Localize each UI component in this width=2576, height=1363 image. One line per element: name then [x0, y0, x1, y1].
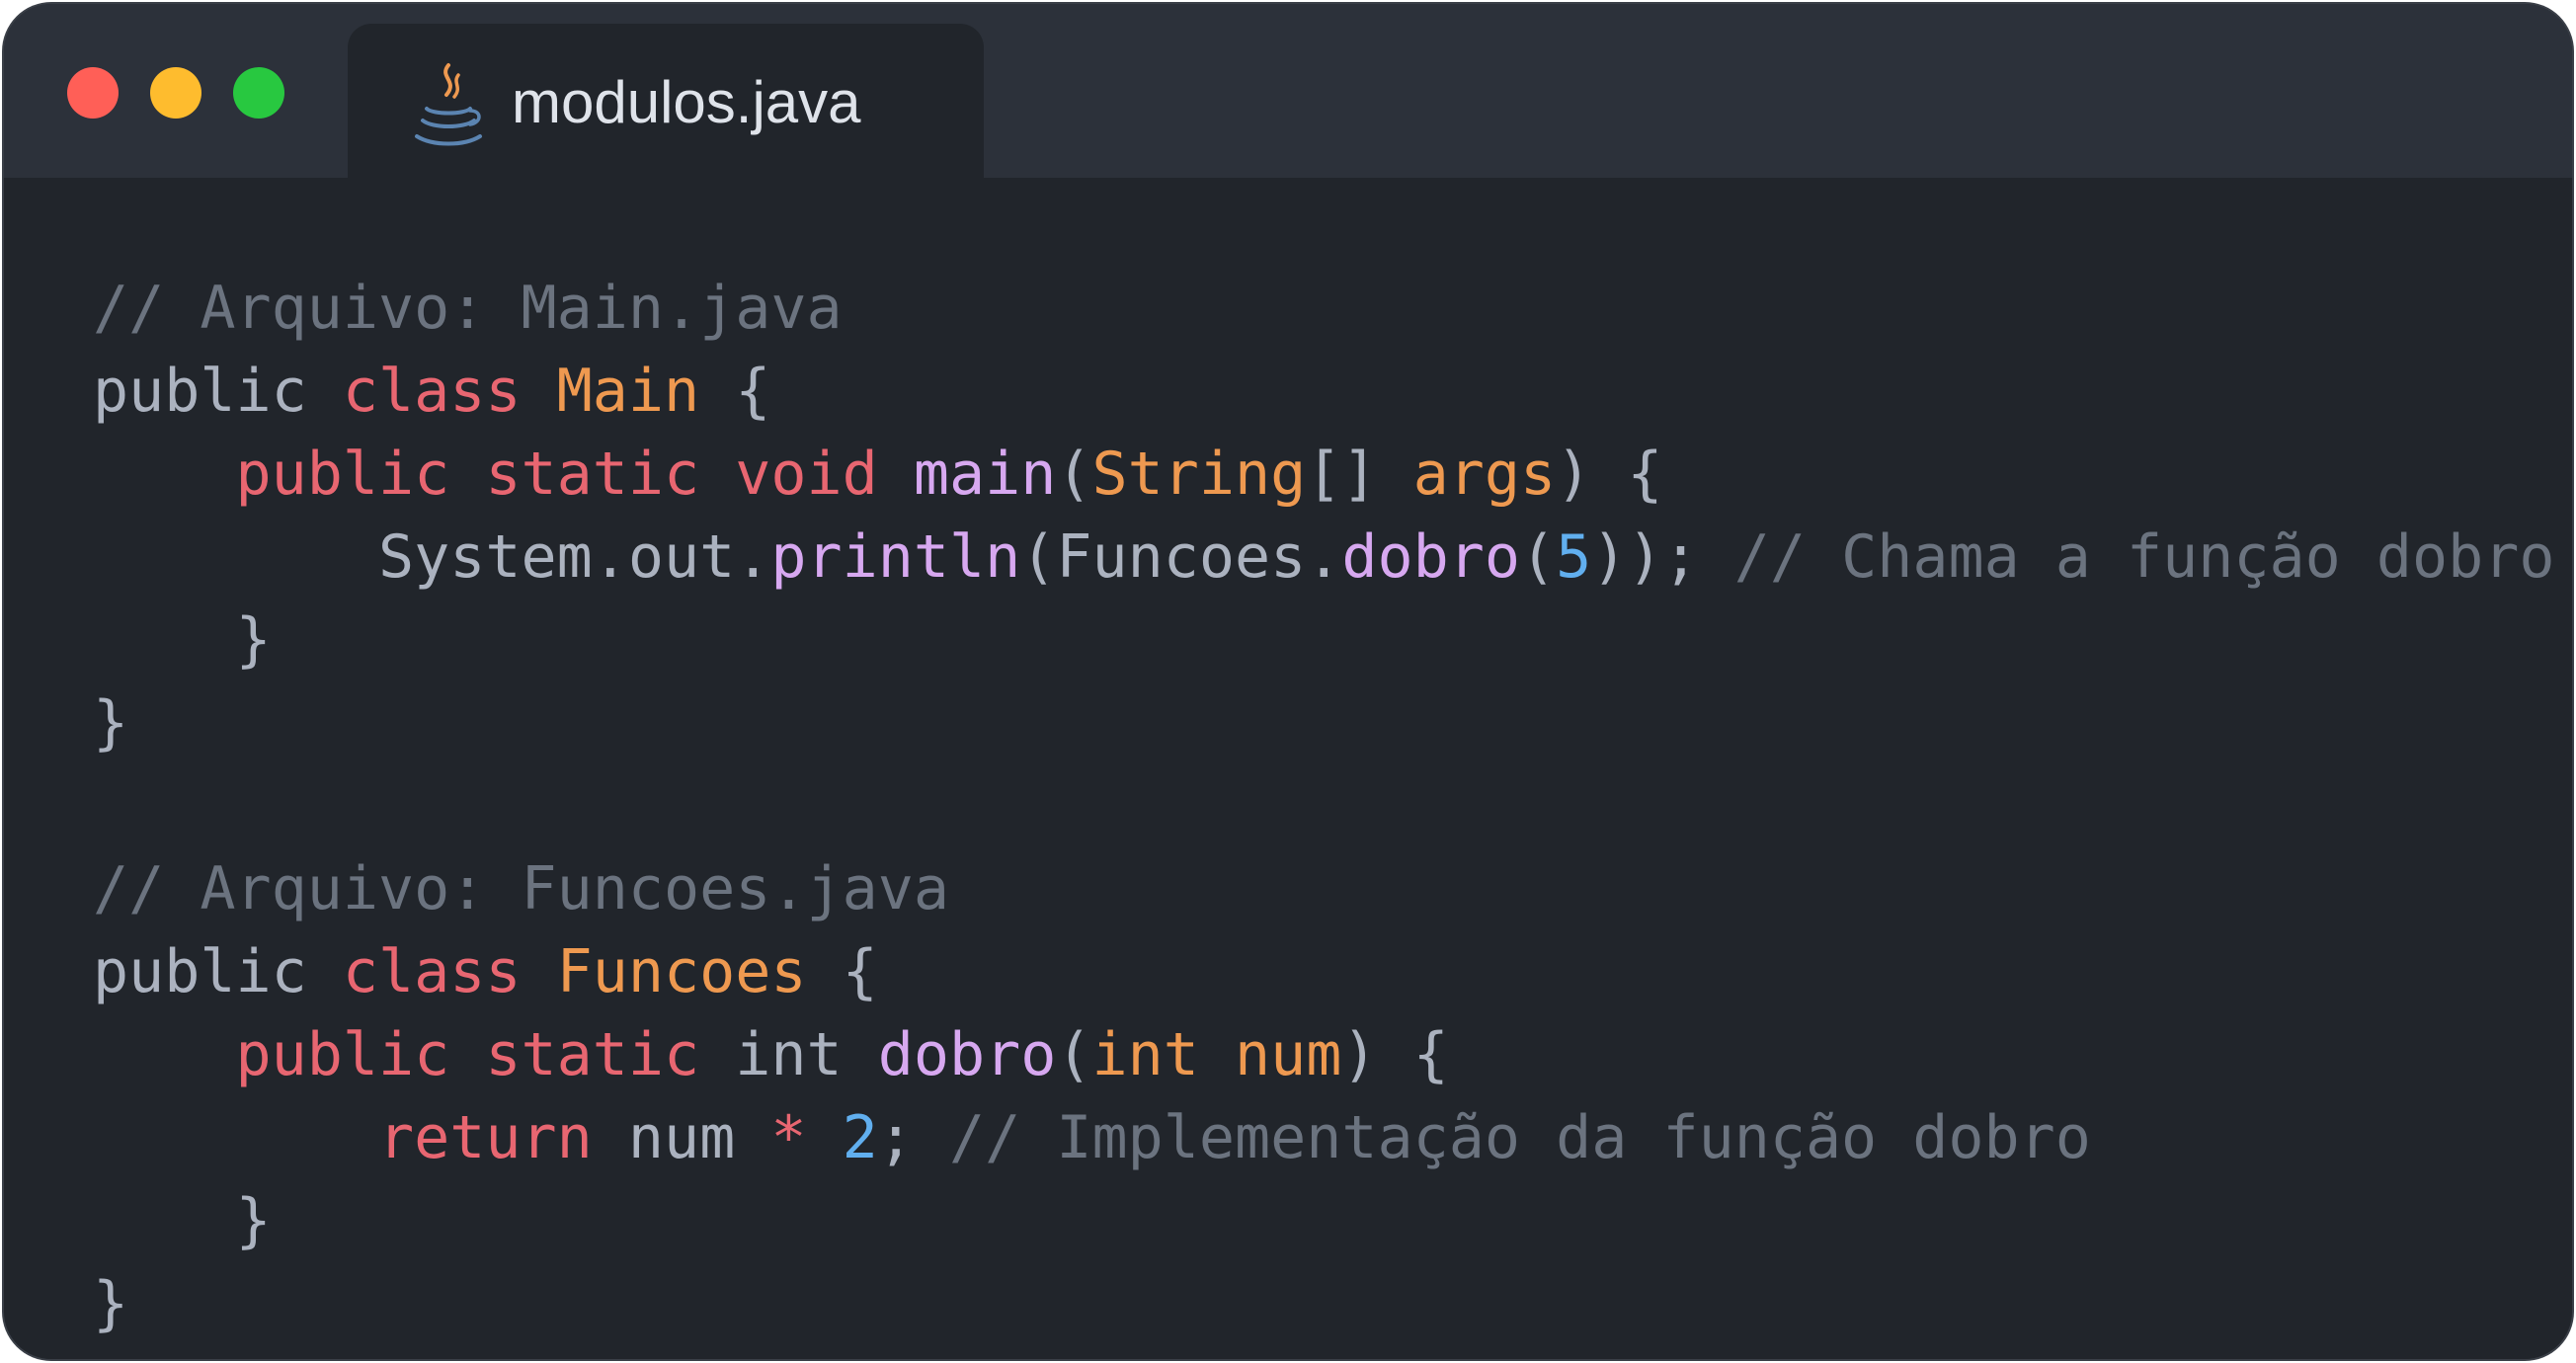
code-token: { [699, 357, 771, 426]
code-line: System.out.println(Funcoes.dobro(5)); //… [93, 516, 2555, 599]
code-token: ) { [1341, 1020, 1449, 1089]
code-token: args [1412, 440, 1557, 509]
code-token: num [1235, 1020, 1342, 1089]
code-token: int [735, 1020, 878, 1089]
maximize-button[interactable] [233, 67, 284, 119]
title-bar: modulos.java [4, 4, 2572, 182]
code-token: } [93, 605, 272, 675]
code-editor[interactable]: // Arquivo: Main.java public class Main {… [93, 267, 2555, 1345]
code-token: 5 [1556, 522, 1592, 592]
code-window: modulos.java // Arquivo: Main.java public… [4, 4, 2572, 1359]
code-token: 2 [842, 1103, 878, 1172]
code-line: public class Funcoes { [93, 930, 2555, 1013]
code-line: public class Main { [93, 350, 2555, 433]
code-token: * [770, 1103, 843, 1172]
code-token: Funcoes [556, 937, 807, 1006]
code-line: public static void main(String[] args) { [93, 433, 2555, 516]
code-token: System.out. [93, 522, 771, 592]
code-token: )); [1591, 522, 1734, 592]
code-line: } [93, 1262, 2555, 1345]
code-token: static [485, 1020, 736, 1089]
code-token: public [93, 937, 343, 1006]
code-token: class [342, 937, 557, 1006]
tab-modulos-java[interactable]: modulos.java [348, 24, 984, 182]
code-token: // Implementação da função dobro [948, 1103, 2091, 1172]
code-line: // Arquivo: Main.java [93, 267, 2555, 350]
code-line: // Arquivo: Funcoes.java [93, 847, 2555, 930]
code-token: class [342, 357, 557, 426]
code-line: public static int dobro(int num) { [93, 1013, 2555, 1096]
code-token: dobro [1341, 522, 1520, 592]
code-token: int [1091, 1020, 1235, 1089]
code-token: public [235, 440, 486, 509]
code-token: public [93, 357, 343, 426]
code-token: { [806, 937, 878, 1006]
code-token: } [93, 1186, 272, 1255]
code-line: return num * 2; // Implementação da funç… [93, 1096, 2555, 1179]
code-token: } [93, 1269, 129, 1338]
code-token: // Arquivo: Funcoes.java [93, 854, 949, 923]
code-token: dobro [877, 1020, 1057, 1089]
code-token: (Funcoes. [1020, 522, 1342, 592]
code-token: static [485, 440, 736, 509]
code-token: ( [1056, 440, 1092, 509]
code-line: } [93, 599, 2555, 682]
code-token: Main [556, 357, 700, 426]
code-token: void [735, 440, 914, 509]
code-token: // Arquivo: Main.java [93, 274, 843, 343]
code-token: num [627, 1103, 771, 1172]
code-token: ( [1056, 1020, 1092, 1089]
code-token: ( [1519, 522, 1557, 592]
code-token: main [913, 440, 1057, 509]
tab-title: modulos.java [512, 69, 861, 135]
code-line: } [93, 1179, 2555, 1262]
code-token: [] [1306, 440, 1413, 509]
close-button[interactable] [67, 67, 119, 119]
java-coffee-cup-icon [415, 63, 482, 146]
code-token: ) { [1556, 440, 1663, 509]
code-token: ; [877, 1103, 949, 1172]
code-token: // Chama a função dobro [1733, 522, 2555, 592]
code-token: String [1091, 440, 1307, 509]
code-token: println [770, 522, 1021, 592]
code-line: } [93, 682, 2555, 764]
code-token: public [235, 1020, 486, 1089]
minimize-button[interactable] [150, 67, 201, 119]
code-token: return [377, 1103, 628, 1172]
code-token: } [93, 688, 129, 758]
